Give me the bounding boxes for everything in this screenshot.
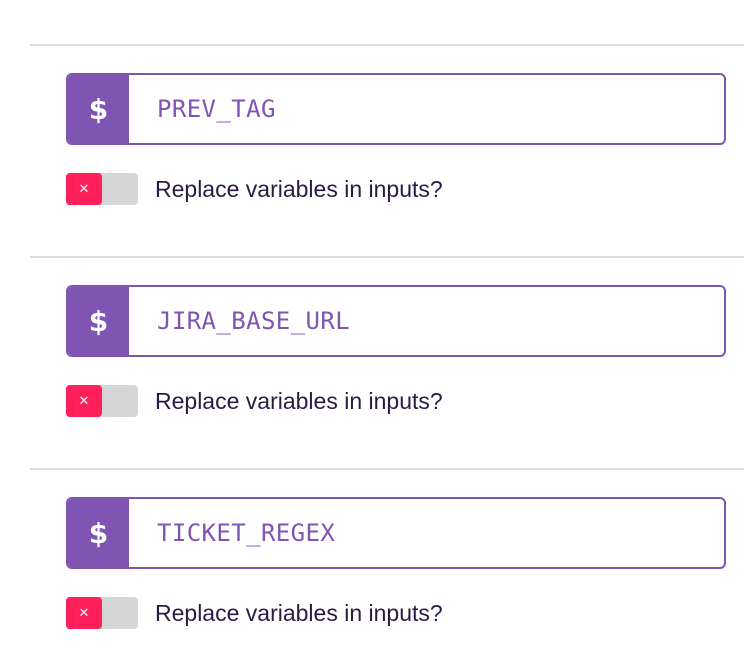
variable-name-text[interactable]: JIRA_BASE_URL <box>129 287 724 355</box>
toggle-knob: ✕ <box>66 597 102 629</box>
replace-variables-label: Replace variables in inputs? <box>155 387 443 414</box>
replace-variables-label: Replace variables in inputs? <box>155 175 443 202</box>
dollar-icon: $ <box>68 499 129 567</box>
dollar-symbol: $ <box>88 516 109 550</box>
x-icon: ✕ <box>78 605 90 621</box>
dollar-symbol: $ <box>88 92 109 126</box>
variable-name-text[interactable]: TICKET_REGEX <box>129 499 724 567</box>
variable-name-field[interactable]: $ JIRA_BASE_URL <box>66 285 726 357</box>
dollar-symbol: $ <box>88 304 109 338</box>
replace-variables-label: Replace variables in inputs? <box>155 599 443 626</box>
dollar-icon: $ <box>68 75 129 143</box>
variable-item: $ TICKET_REGEX ✕ Replace variables in in… <box>66 497 726 648</box>
variable-item: $ JIRA_BASE_URL ✕ Replace variables in i… <box>66 285 726 445</box>
section-divider <box>30 44 744 46</box>
toggle-knob: ✕ <box>66 385 102 417</box>
variable-name-field[interactable]: $ PREV_TAG <box>66 73 726 145</box>
replace-variables-row: ✕ Replace variables in inputs? <box>66 173 443 205</box>
dollar-icon: $ <box>68 287 129 355</box>
variable-name-text[interactable]: PREV_TAG <box>129 75 724 143</box>
replace-variables-toggle[interactable]: ✕ <box>66 385 138 417</box>
x-icon: ✕ <box>78 181 90 197</box>
section-divider <box>30 256 744 258</box>
toggle-knob: ✕ <box>66 173 102 205</box>
variable-name-field[interactable]: $ TICKET_REGEX <box>66 497 726 569</box>
replace-variables-row: ✕ Replace variables in inputs? <box>66 385 443 417</box>
x-icon: ✕ <box>78 393 90 409</box>
replace-variables-toggle[interactable]: ✕ <box>66 173 138 205</box>
replace-variables-toggle[interactable]: ✕ <box>66 597 138 629</box>
replace-variables-row: ✕ Replace variables in inputs? <box>66 597 443 629</box>
variable-item: $ PREV_TAG ✕ Replace variables in inputs… <box>66 73 726 233</box>
section-divider <box>30 468 744 470</box>
